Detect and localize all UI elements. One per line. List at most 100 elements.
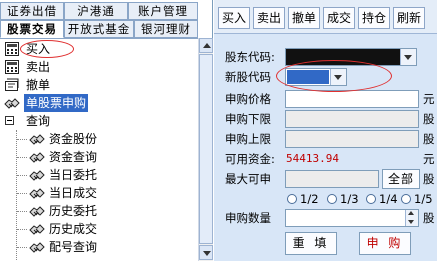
scroll-down-button[interactable] bbox=[199, 245, 213, 260]
available-funds-unit: 元 bbox=[423, 152, 435, 166]
tab-securities-lending[interactable]: 证券出借 bbox=[0, 2, 64, 20]
dropdown-button[interactable] bbox=[400, 49, 416, 65]
new-stock-code-row: 新股代码 bbox=[214, 67, 437, 87]
upper-limit-label: 申购上限 bbox=[225, 132, 271, 146]
tree-item-cancel[interactable]: 撤单 bbox=[0, 76, 196, 94]
upper-limit-unit: 股 bbox=[423, 132, 435, 146]
tree-item-funds-query-label: 资金查询 bbox=[49, 150, 98, 164]
handshake-icon bbox=[29, 185, 45, 201]
sell-button[interactable]: 卖出 bbox=[253, 7, 285, 29]
positions-button[interactable]: 持仓 bbox=[358, 7, 390, 29]
arrow-down-icon bbox=[408, 220, 414, 224]
tree-item-query-label: 查询 bbox=[26, 114, 51, 128]
price-row: 申购价格 元 bbox=[214, 89, 437, 109]
tree-item-query[interactable]: 查询 bbox=[0, 112, 196, 130]
scroll-thumb[interactable] bbox=[199, 54, 213, 244]
shareholder-code-label: 股东代码: bbox=[225, 50, 275, 64]
tree-item-allotment-query[interactable]: 配号查询 bbox=[0, 238, 196, 256]
available-funds-label: 可用资金: bbox=[225, 152, 275, 166]
chevron-down-icon bbox=[404, 55, 412, 60]
tree-item-history-orders[interactable]: 历史委托 bbox=[0, 202, 196, 220]
arrow-up-icon bbox=[408, 211, 414, 215]
ratio-1-4-label: 1/4 bbox=[379, 192, 398, 206]
max-apply-field bbox=[285, 170, 379, 188]
ratio-1-2-radio[interactable] bbox=[287, 194, 297, 204]
tab-row-bottom: 股票交易 开放式基金 银河理财 bbox=[0, 20, 198, 38]
quantity-decrease-button[interactable] bbox=[405, 218, 418, 226]
tree-item-funds-shares-label: 资金股份 bbox=[49, 132, 98, 146]
tree-item-single-stock-ipo[interactable]: 单股票申购 bbox=[0, 94, 196, 112]
arrow-down-icon bbox=[203, 251, 211, 256]
toolbar: 买入 卖出 撤单 成交 持仓 刷新 bbox=[214, 0, 437, 34]
ratio-1-4-radio[interactable] bbox=[366, 194, 376, 204]
tab-shanghai-hk-connect[interactable]: 沪港通 bbox=[64, 2, 128, 20]
max-apply-row: 最大可申 全部 股 bbox=[214, 169, 437, 189]
ratio-1-3-label: 1/3 bbox=[340, 192, 359, 206]
left-panel: 证券出借 沪港通 账户管理 股票交易 开放式基金 银河理财 买入 卖出 撤单 单… bbox=[0, 0, 213, 261]
tab-stock-trading[interactable]: 股票交易 bbox=[0, 20, 64, 38]
tree-item-single-stock-ipo-label: 单股票申购 bbox=[24, 94, 89, 112]
tree-item-today-orders-label: 当日委托 bbox=[49, 168, 98, 182]
tree-item-sell[interactable]: 卖出 bbox=[0, 58, 196, 76]
ipo-panel: 买入 卖出 撤单 成交 持仓 刷新 股东代码: 新股代码 申购价格 元 申购下限… bbox=[214, 0, 437, 261]
ratio-1-5-label: 1/5 bbox=[414, 192, 433, 206]
function-tree: 买入 卖出 撤单 单股票申购 查询 资金股份 资金查询 当日委托 当日成交 历史… bbox=[0, 38, 198, 262]
tree-item-sell-label: 卖出 bbox=[26, 60, 51, 74]
chevron-down-icon bbox=[334, 75, 342, 80]
ratio-1-3-radio[interactable] bbox=[327, 194, 337, 204]
ratio-1-5-radio[interactable] bbox=[401, 194, 411, 204]
handshake-icon bbox=[29, 203, 45, 219]
price-unit: 元 bbox=[423, 92, 435, 106]
price-input[interactable] bbox=[285, 90, 419, 108]
apply-button[interactable]: 申 购 bbox=[359, 232, 411, 255]
ratio-1-2-label: 1/2 bbox=[300, 192, 319, 206]
new-stock-code-label: 新股代码 bbox=[225, 70, 271, 84]
handshake-icon bbox=[29, 167, 45, 183]
tree-item-cancel-label: 撤单 bbox=[26, 78, 51, 92]
handshake-icon bbox=[29, 131, 45, 147]
collapse-icon[interactable] bbox=[5, 116, 14, 125]
tree-item-buy[interactable]: 买入 bbox=[0, 40, 196, 58]
tree-item-today-trades[interactable]: 当日成交 bbox=[0, 184, 196, 202]
cancel-order-button[interactable]: 撤单 bbox=[288, 7, 320, 29]
dropdown-button[interactable] bbox=[330, 69, 346, 85]
tab-row-top: 证券出借 沪港通 账户管理 bbox=[0, 2, 198, 20]
reset-button[interactable]: 重 填 bbox=[285, 232, 337, 255]
lower-limit-field bbox=[285, 110, 419, 128]
shareholder-code-row: 股东代码: bbox=[214, 47, 437, 67]
buy-button[interactable]: 买入 bbox=[218, 7, 250, 29]
tab-account-management[interactable]: 账户管理 bbox=[128, 2, 198, 20]
tree-item-today-trades-label: 当日成交 bbox=[49, 186, 98, 200]
calculator-icon bbox=[4, 41, 20, 57]
tree-scrollbar[interactable] bbox=[198, 38, 213, 261]
tree-item-funds-query[interactable]: 资金查询 bbox=[0, 148, 196, 166]
ratio-radio-group: 1/2 1/3 1/4 1/5 bbox=[214, 190, 437, 208]
upper-limit-row: 申购上限 股 bbox=[214, 129, 437, 149]
tab-galaxy-wealth[interactable]: 银河理财 bbox=[134, 20, 198, 38]
quantity-row: 申购数量 股 bbox=[214, 208, 437, 228]
quantity-stepper[interactable] bbox=[285, 209, 419, 227]
lower-limit-label: 申购下限 bbox=[225, 112, 271, 126]
upper-limit-field bbox=[285, 130, 419, 148]
all-button[interactable]: 全部 bbox=[382, 169, 420, 189]
handshake-icon bbox=[29, 149, 45, 165]
selected-code-highlight bbox=[287, 70, 329, 84]
max-apply-unit: 股 bbox=[423, 172, 435, 186]
tree-item-allotment-query-label: 配号查询 bbox=[49, 240, 98, 254]
cancel-order-icon bbox=[4, 77, 20, 93]
tree-item-today-orders[interactable]: 当日委托 bbox=[0, 166, 196, 184]
tree-item-history-trades[interactable]: 历史成交 bbox=[0, 220, 196, 238]
trades-button[interactable]: 成交 bbox=[323, 7, 355, 29]
tree-item-funds-shares[interactable]: 资金股份 bbox=[0, 130, 196, 148]
shareholder-code-select[interactable] bbox=[285, 48, 417, 66]
tree-item-buy-label: 买入 bbox=[26, 42, 51, 56]
refresh-button[interactable]: 刷新 bbox=[393, 7, 425, 29]
new-stock-code-select[interactable] bbox=[285, 68, 347, 86]
tab-open-end-fund[interactable]: 开放式基金 bbox=[64, 20, 134, 38]
price-label: 申购价格 bbox=[225, 92, 271, 106]
scroll-up-button[interactable] bbox=[199, 38, 213, 53]
available-funds-value: 54413.94 bbox=[286, 152, 339, 165]
available-funds-row: 可用资金: 54413.94 元 bbox=[214, 149, 437, 169]
max-apply-label: 最大可申 bbox=[225, 172, 271, 186]
handshake-icon bbox=[29, 239, 45, 255]
